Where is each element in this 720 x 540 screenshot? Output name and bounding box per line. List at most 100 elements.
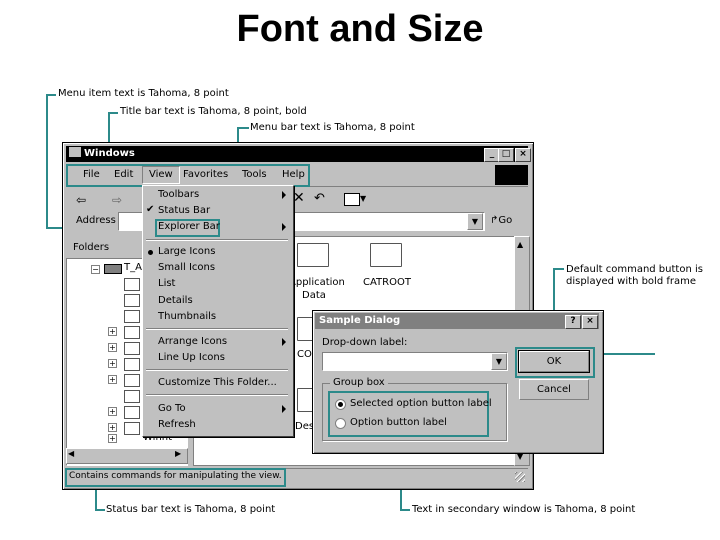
scroll-up-icon[interactable]: ▲ (517, 240, 523, 249)
menu-separator (146, 328, 288, 330)
folder-icon (124, 358, 140, 371)
folders-label: Folders (73, 242, 110, 253)
title-bar: Windows (66, 146, 528, 162)
submenu-arrow-icon (282, 191, 286, 199)
menu-item-details[interactable]: Details (158, 294, 193, 308)
tree-expander[interactable]: + (108, 375, 117, 384)
drive-icon (104, 264, 122, 274)
folder-icon (124, 406, 140, 419)
folder-icon (124, 374, 140, 387)
tree-expander[interactable]: − (91, 265, 100, 274)
window-title: Windows (84, 148, 135, 159)
maximize-button[interactable]: □ (498, 148, 514, 162)
menu-help[interactable]: Help (282, 168, 305, 182)
go-label: Go (498, 215, 513, 226)
menu-view[interactable]: View (142, 166, 180, 184)
callout-default-button-2: displayed with bold frame (566, 276, 697, 287)
menu-item-thumbnails[interactable]: Thumbnails (158, 310, 216, 324)
leader-line (95, 509, 105, 511)
undo-icon[interactable]: ↶ (314, 191, 325, 206)
folder-icon (124, 342, 140, 355)
status-text: Contains commands for manipulating the v… (69, 471, 282, 481)
folder-icon (124, 278, 140, 291)
menu-file[interactable]: File (83, 168, 100, 182)
submenu-arrow-icon (282, 338, 286, 346)
leader-line (400, 509, 410, 511)
folder-icon (297, 243, 329, 267)
callout-title-bar: Title bar text is Tahoma, 8 point, bold (120, 106, 307, 117)
submenu-arrow-icon (282, 223, 286, 231)
callout-secondary-window: Text in secondary window is Tahoma, 8 po… (412, 504, 636, 515)
folder-icon (124, 422, 140, 435)
go-button[interactable]: ↱Go (490, 215, 512, 226)
menu-item-status-bar[interactable]: Status Bar (158, 204, 210, 218)
menu-separator (146, 239, 288, 241)
menu-item-large-icons[interactable]: Large Icons (158, 245, 215, 259)
tree-root-label: T_A (124, 262, 142, 273)
menu-item-refresh[interactable]: Refresh (158, 418, 196, 432)
menu-item-list[interactable]: List (158, 277, 175, 291)
folder-icon (124, 310, 140, 323)
folder-icon (370, 243, 402, 267)
delete-icon[interactable]: ✕ (293, 190, 305, 206)
cancel-button[interactable]: Cancel (519, 379, 589, 400)
radio-dot-icon (338, 402, 343, 407)
scroll-right-icon[interactable]: ▶ (175, 449, 181, 458)
icon-label-catroot[interactable]: CATROOT (363, 277, 411, 288)
resize-grip-icon[interactable] (515, 472, 525, 482)
help-button[interactable]: ? (565, 315, 581, 329)
tree-expander[interactable]: + (108, 343, 117, 352)
forward-icon[interactable]: ⇨ (112, 193, 122, 207)
dialog-title: Sample Dialog (319, 315, 401, 326)
tree-expander[interactable]: + (108, 434, 117, 443)
address-label: Address (76, 215, 116, 226)
dropdown-select[interactable] (322, 352, 508, 371)
menu-tools[interactable]: Tools (242, 168, 267, 182)
folder-icon (124, 294, 140, 307)
folder-icon (124, 326, 140, 339)
option-selected-label[interactable]: Selected option button label (350, 398, 492, 409)
dropdown-arrow-icon[interactable]: ▼ (491, 353, 507, 370)
callout-menu-item: Menu item text is Tahoma, 8 point (58, 88, 229, 99)
icon-label-data[interactable]: Data (302, 290, 326, 301)
folder-icon (124, 390, 140, 403)
tree-expander[interactable]: + (108, 423, 117, 432)
menu-item-small-icons[interactable]: Small Icons (158, 261, 215, 275)
menu-item-customize-folder[interactable]: Customize This Folder... (158, 376, 277, 390)
menu-item-arrange-icons[interactable]: Arrange Icons (158, 335, 227, 349)
back-icon[interactable]: ⇦ (76, 193, 86, 207)
address-dropdown-icon[interactable]: ▼ (467, 213, 483, 230)
leader-line (46, 94, 48, 228)
callout-default-button-1: Default command button is (566, 264, 703, 275)
tree-expander[interactable]: + (108, 359, 117, 368)
menu-edit[interactable]: Edit (114, 168, 133, 182)
views-icon[interactable] (344, 193, 360, 206)
ok-button[interactable]: OK (518, 350, 590, 373)
close-button[interactable]: × (515, 148, 531, 162)
views-dropdown-icon[interactable]: ▼ (360, 194, 366, 203)
menu-item-toolbars[interactable]: Toolbars (158, 188, 199, 202)
windows-logo-icon (495, 165, 528, 185)
dialog-close-button[interactable]: × (582, 315, 598, 329)
callout-menu-bar: Menu bar text is Tahoma, 8 point (250, 122, 415, 133)
menu-item-explorer-bar[interactable]: Explorer Bar (158, 220, 220, 234)
horizontal-scrollbar[interactable] (66, 448, 188, 464)
option-label[interactable]: Option button label (350, 417, 447, 428)
menu-separator (146, 394, 288, 396)
dialog-title-bar: Sample Dialog (315, 313, 599, 329)
menu-favorites[interactable]: Favorites (183, 168, 228, 182)
tree-expander[interactable]: + (108, 327, 117, 336)
slide-title: Font and Size (236, 8, 484, 50)
menu-item-line-up-icons[interactable]: Line Up Icons (158, 351, 225, 365)
group-box-label: Group box (330, 377, 388, 388)
callout-status-bar: Status bar text is Tahoma, 8 point (106, 504, 276, 515)
dropdown-label: Drop-down label: (322, 337, 408, 348)
icon-label-partial-co[interactable]: CO (297, 349, 312, 360)
scroll-left-icon[interactable]: ◀ (68, 449, 74, 458)
icon-label-application[interactable]: Application (289, 277, 345, 288)
menu-item-go-to[interactable]: Go To (158, 402, 186, 416)
submenu-arrow-icon (282, 405, 286, 413)
radio-unselected[interactable] (335, 418, 346, 429)
tree-expander[interactable]: + (108, 407, 117, 416)
window-app-icon (69, 147, 81, 157)
